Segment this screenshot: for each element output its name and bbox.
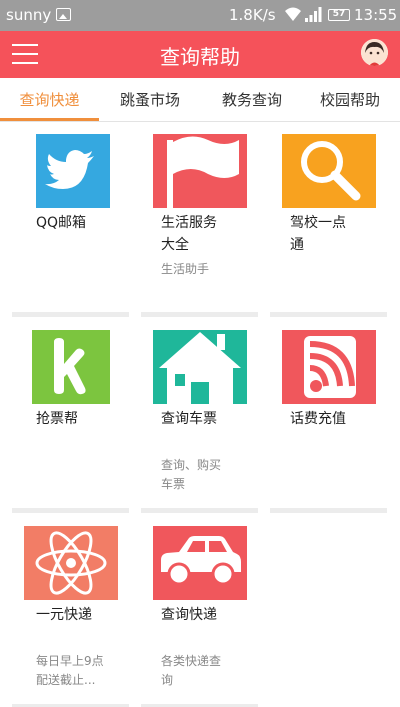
carrier-name: sunny [6, 6, 52, 24]
card-divider [270, 312, 387, 317]
tab-bar: 查询快递 跳蚤市场 教务查询 校园帮助 [0, 78, 400, 122]
twitter-bird-icon [36, 134, 110, 208]
service-name: 生活服务 大全 [161, 215, 217, 253]
image-notification-icon [56, 8, 71, 21]
search-icon [282, 134, 376, 208]
card-divider [12, 312, 129, 317]
tab-academic-query[interactable]: 教务查询 [206, 78, 298, 122]
card-divider [141, 312, 258, 317]
k-letter-icon [32, 330, 110, 404]
tab-flea-market[interactable]: 跳蚤市场 [104, 78, 196, 122]
service-name: 查询车票 [161, 411, 217, 427]
service-subtitle: 各类快递查询 [161, 654, 222, 687]
service-name: 话费充值 [290, 411, 346, 427]
clock: 13:55 [354, 6, 398, 24]
car-icon [153, 526, 247, 600]
service-name: 查询快递 [161, 607, 217, 623]
service-name: 一元快递 [36, 607, 92, 623]
service-subtitle: 每日早上9点 配送截止... [36, 654, 104, 687]
rss-icon [282, 330, 376, 404]
card-divider [270, 508, 387, 513]
page-title: 查询帮助 [160, 45, 240, 69]
service-name: QQ邮箱 [36, 215, 87, 231]
app-header: 查询帮助 [0, 31, 400, 78]
network-speed: 1.8K/s [229, 6, 276, 24]
signal-icon [305, 7, 322, 22]
battery-icon: 57 [328, 9, 350, 21]
wifi-icon [285, 7, 301, 21]
service-subtitle: 查询、购买 车票 [161, 458, 222, 491]
card-divider [12, 508, 129, 513]
flag-icon [153, 134, 247, 208]
card-divider [141, 508, 258, 513]
service-name: 抢票帮 [36, 411, 78, 427]
service-name: 驾校一点通 [290, 215, 346, 253]
house-icon [153, 330, 247, 404]
user-avatar[interactable] [361, 39, 388, 66]
atom-icon [24, 526, 118, 600]
tab-campus-help[interactable]: 校园帮助 [304, 78, 396, 122]
status-bar: sunny 1.8K/s 57 13:55 [0, 0, 400, 31]
tab-express-query[interactable]: 查询快递 [0, 78, 99, 122]
service-subtitle: 生活助手 [161, 262, 210, 276]
active-tab-indicator [0, 118, 99, 121]
